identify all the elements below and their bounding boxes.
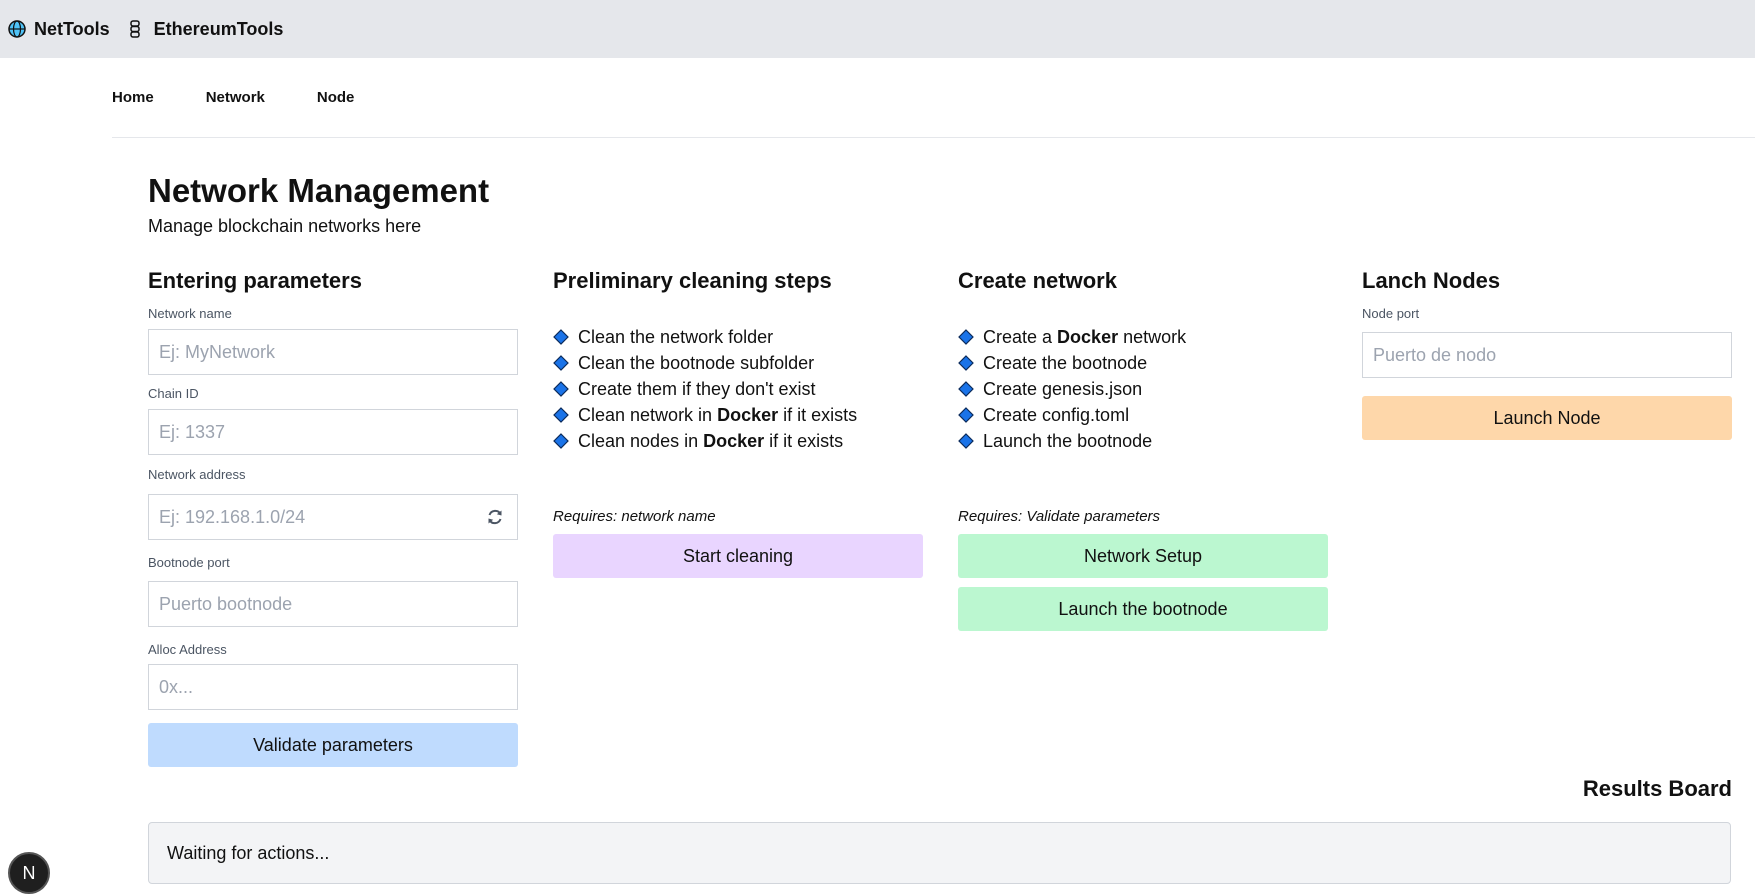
parameters-title: Entering parameters <box>148 268 362 293</box>
brand-nettools[interactable]: NetTools <box>8 19 110 40</box>
cleaning-panel: Preliminary cleaning steps Clean the net… <box>553 268 923 578</box>
alloc-address-input[interactable]: 0x... <box>148 664 518 710</box>
launch-nodes-title: Lanch Nodes <box>1362 268 1501 293</box>
diamond-bullet-icon <box>958 407 974 423</box>
diamond-bullet-icon <box>553 433 569 449</box>
launch-node-button[interactable]: Launch Node <box>1362 396 1732 440</box>
chain-id-input[interactable]: Ej: 1337 <box>148 409 518 455</box>
refresh-icon[interactable] <box>485 507 505 527</box>
list-item: Clean nodes in Docker if it exists <box>553 428 923 454</box>
diamond-bullet-icon <box>958 381 974 397</box>
step-text: Clean the network folder <box>578 326 774 347</box>
diamond-bullet-icon <box>958 433 974 449</box>
network-address-placeholder: Ej: 192.168.1.0/24 <box>159 506 306 527</box>
results-text: Waiting for actions... <box>167 842 330 863</box>
network-name-label: Network name <box>148 306 232 321</box>
create-network-title: Create network <box>958 268 1117 293</box>
top-bar: NetTools EthereumTools <box>0 0 1755 58</box>
list-item: Clean network in Docker if it exists <box>553 402 923 428</box>
step-text-bold: Docker <box>1057 326 1119 347</box>
step-text-bold: Docker <box>717 404 779 425</box>
brand-ethereumtools[interactable]: EthereumTools <box>128 18 284 40</box>
diamond-bullet-icon <box>553 407 569 423</box>
diamond-bullet-icon <box>958 329 974 345</box>
list-item: Clean the bootnode subfolder <box>553 350 923 376</box>
badge-letter: N <box>22 862 36 883</box>
diamond-bullet-icon <box>553 355 569 371</box>
cleaning-title: Preliminary cleaning steps <box>553 268 832 293</box>
step-text-after: if it exists <box>778 404 858 425</box>
network-name-input[interactable]: Ej: MyNetwork <box>148 329 518 375</box>
list-item: Clean the network folder <box>553 324 923 350</box>
list-item: Create genesis.json <box>958 376 1328 402</box>
validate-parameters-button[interactable]: Validate parameters <box>148 723 518 767</box>
chain-id-placeholder: Ej: 1337 <box>159 421 226 442</box>
step-text-after: if it exists <box>764 430 844 451</box>
create-requirement: Requires: Validate parameters <box>958 508 1161 525</box>
step-text: Create them if they don't exist <box>578 378 816 399</box>
alloc-address-placeholder: 0x... <box>159 676 194 697</box>
step-text: Clean the bootnode subfolder <box>578 352 815 373</box>
step-text-after: network <box>1118 326 1187 347</box>
brand-label: EthereumTools <box>153 18 284 39</box>
step-text: Clean nodes in <box>578 430 704 451</box>
nav-network[interactable]: Network <box>206 89 265 106</box>
diamond-bullet-icon <box>958 355 974 371</box>
brand-label: NetTools <box>34 18 110 39</box>
network-setup-button[interactable]: Network Setup <box>958 534 1328 578</box>
chain-icon <box>128 20 146 38</box>
network-address-label: Network address <box>148 467 246 482</box>
create-steps-list: Create a Docker network Create the bootn… <box>958 324 1328 454</box>
alloc-address-label: Alloc Address <box>148 642 227 657</box>
start-cleaning-button[interactable]: Start cleaning <box>553 534 923 578</box>
cleaning-requirement: Requires: network name <box>553 508 716 525</box>
diamond-bullet-icon <box>553 381 569 397</box>
nav-home[interactable]: Home <box>112 89 154 106</box>
create-network-panel: Create network Create a Docker network C… <box>958 268 1328 631</box>
chain-id-label: Chain ID <box>148 386 199 401</box>
step-text: Launch the bootnode <box>983 430 1153 451</box>
launch-nodes-panel: Lanch Nodes Node port Puerto de nodo Lau… <box>1362 268 1732 440</box>
network-address-input[interactable]: Ej: 192.168.1.0/24 <box>148 494 518 540</box>
step-text: Clean network in <box>578 404 718 425</box>
bootnode-port-input[interactable]: Puerto bootnode <box>148 581 518 627</box>
launch-bootnode-button[interactable]: Launch the bootnode <box>958 587 1328 631</box>
results-board: Waiting for actions... <box>148 822 1731 884</box>
list-item: Create config.toml <box>958 402 1328 428</box>
list-item: Launch the bootnode <box>958 428 1328 454</box>
list-item: Create a Docker network <box>958 324 1328 350</box>
network-name-placeholder: Ej: MyNetwork <box>159 341 276 362</box>
results-board-title: Results Board <box>1582 776 1732 801</box>
list-item: Create them if they don't exist <box>553 376 923 402</box>
bootnode-port-placeholder: Puerto bootnode <box>159 593 293 614</box>
diamond-bullet-icon <box>553 329 569 345</box>
cleaning-steps-list: Clean the network folder Clean the bootn… <box>553 324 923 454</box>
node-port-placeholder: Puerto de nodo <box>1373 344 1497 365</box>
page-subtitle: Manage blockchain networks here <box>148 216 422 236</box>
parameters-panel: Entering parameters Network name Ej: MyN… <box>148 268 518 767</box>
step-text: Create config.toml <box>983 404 1130 425</box>
bootnode-port-label: Bootnode port <box>148 555 230 570</box>
step-text: Create a <box>983 326 1058 347</box>
globe-icon <box>8 20 26 38</box>
page-title: Network Management <box>148 172 490 209</box>
step-text: Create the bootnode <box>983 352 1148 373</box>
main-nav: Home Network Node <box>112 58 1755 138</box>
dev-tools-badge[interactable]: N <box>8 852 50 894</box>
step-text-bold: Docker <box>703 430 765 451</box>
node-port-label: Node port <box>1362 306 1420 321</box>
node-port-input[interactable]: Puerto de nodo <box>1362 332 1732 378</box>
step-text: Create genesis.json <box>983 378 1143 399</box>
list-item: Create the bootnode <box>958 350 1328 376</box>
nav-node[interactable]: Node <box>317 89 355 106</box>
